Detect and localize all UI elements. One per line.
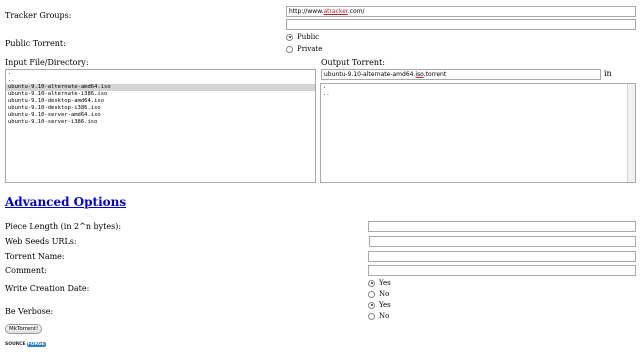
public-radio[interactable] xyxy=(286,33,293,41)
tracker-groups-label: Tracker Groups: xyxy=(5,11,72,20)
be-verbose-radio-group: Yes No xyxy=(368,300,391,321)
output-name-ext: iso xyxy=(415,71,424,78)
output-torrent-label: Output Torrent: xyxy=(321,58,385,67)
input-file-list[interactable]: . .. ubuntu-9.10-alternate-amd64.iso ubu… xyxy=(5,69,316,183)
list-item[interactable]: . xyxy=(321,84,635,91)
tracker-url-input[interactable]: http://www.atracker.com/ xyxy=(286,6,636,17)
sourceforge-logo[interactable]: SOURCE FORGE xyxy=(5,342,46,347)
output-torrent-input[interactable]: ubuntu-9.10-alternate-amd64.iso.torrent xyxy=(321,69,601,80)
verbose-yes-radio[interactable] xyxy=(368,301,375,309)
creation-date-no-radio[interactable] xyxy=(368,290,375,298)
creation-date-no-label: No xyxy=(379,290,390,298)
tracker-url-domain: atracker xyxy=(323,8,348,15)
list-item[interactable]: . xyxy=(6,70,315,77)
public-torrent-label: Public Torrent: xyxy=(5,39,66,48)
output-directory-list[interactable]: . .. xyxy=(320,83,636,183)
verbose-no-option[interactable]: No xyxy=(368,311,391,321)
list-item[interactable]: .. xyxy=(321,91,635,98)
verbose-no-radio[interactable] xyxy=(368,312,375,320)
creation-date-no-option[interactable]: No xyxy=(368,289,391,299)
private-option[interactable]: Private xyxy=(286,44,322,54)
output-name-end: .torrent xyxy=(423,71,447,78)
write-creation-date-label: Write Creation Date: xyxy=(5,284,90,293)
advanced-options-heading[interactable]: Advanced Options xyxy=(5,195,126,209)
mktorrent-button[interactable]: MkTorrent! xyxy=(5,324,43,334)
write-creation-date-radio-group: Yes No xyxy=(368,278,391,299)
public-torrent-radio-group: Public Private xyxy=(286,32,322,54)
output-list-scrollbar[interactable] xyxy=(627,84,635,182)
output-name-start: ubuntu-9.10-alternate-amd64. xyxy=(324,71,416,78)
logo-part-forge: FORGE xyxy=(26,342,46,347)
verbose-yes-label: Yes xyxy=(379,301,391,309)
comment-label: Comment: xyxy=(5,266,47,275)
tracker-url-input-2[interactable] xyxy=(286,19,636,30)
list-item[interactable]: ubuntu-9.10-alternate-i386.iso xyxy=(6,91,315,98)
public-option[interactable]: Public xyxy=(286,32,322,42)
piece-length-label: Piece Length (in 2^n bytes): xyxy=(5,222,122,231)
verbose-no-label: No xyxy=(379,312,390,320)
private-radio[interactable] xyxy=(286,45,293,53)
be-verbose-label: Be Verbose: xyxy=(5,307,54,316)
logo-part-source: SOURCE xyxy=(5,342,26,347)
list-item[interactable]: ubuntu-9.10-server-amd64.iso xyxy=(6,112,315,119)
public-option-label: Public xyxy=(297,33,320,41)
creation-date-yes-option[interactable]: Yes xyxy=(368,278,391,288)
tracker-url-prefix: http://www. xyxy=(289,8,324,15)
comment-input[interactable] xyxy=(368,265,636,276)
list-item[interactable]: ubuntu-9.10-desktop-i386.iso xyxy=(6,105,315,112)
list-item[interactable]: ubuntu-9.10-desktop-amd64.iso xyxy=(6,98,315,105)
output-in-label: in xyxy=(604,69,612,78)
list-item[interactable]: ubuntu-9.10-server-i386.iso xyxy=(6,119,315,126)
list-item-selected[interactable]: ubuntu-9.10-alternate-amd64.iso xyxy=(6,84,315,91)
private-option-label: Private xyxy=(297,45,323,53)
tracker-url-suffix: .com/ xyxy=(347,8,365,15)
web-seeds-input[interactable] xyxy=(369,236,636,247)
creation-date-yes-radio[interactable] xyxy=(368,279,375,287)
piece-length-input[interactable] xyxy=(368,221,636,232)
list-item[interactable]: .. xyxy=(6,77,315,84)
creation-date-yes-label: Yes xyxy=(379,279,391,287)
torrent-name-label: Torrent Name: xyxy=(5,252,65,261)
torrent-name-input[interactable] xyxy=(368,251,636,262)
verbose-yes-option[interactable]: Yes xyxy=(368,300,391,310)
web-seeds-label: Web Seeds URLs: xyxy=(5,237,77,246)
input-file-directory-label: Input File/Directory: xyxy=(5,58,89,67)
